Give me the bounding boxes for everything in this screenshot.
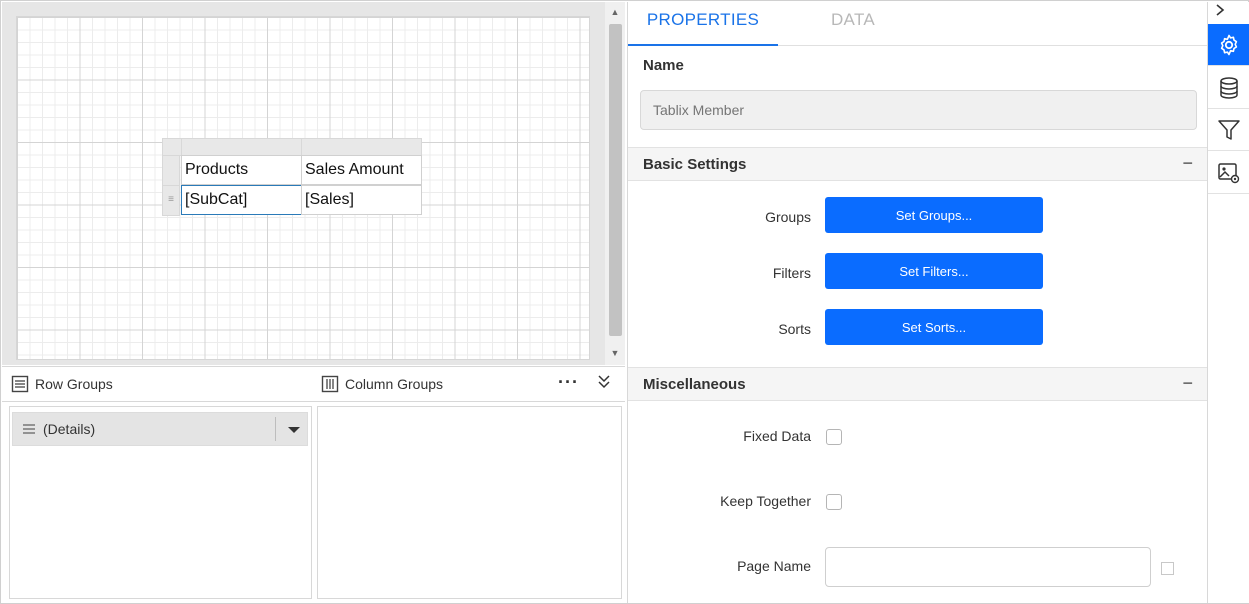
column-groups-title: Column Groups bbox=[345, 376, 444, 392]
page-name-field[interactable] bbox=[825, 547, 1151, 587]
column-groups-panel bbox=[317, 406, 622, 599]
sorts-label: Sorts bbox=[778, 321, 811, 337]
chevron-right-icon[interactable] bbox=[1214, 2, 1226, 18]
tab-data[interactable]: DATA bbox=[778, 2, 928, 46]
right-toolbar bbox=[1207, 2, 1249, 603]
row-group-item-details[interactable]: (Details) bbox=[12, 412, 308, 446]
tablix-cell[interactable]: [Sales] bbox=[301, 185, 422, 215]
tablix-cell[interactable]: Sales Amount bbox=[301, 155, 422, 185]
design-area: ≡ Products Sales Amount [SubCat] [Sales]… bbox=[2, 2, 625, 365]
keep-together-label: Keep Together bbox=[720, 493, 811, 509]
more-options-icon[interactable]: ··· bbox=[558, 373, 579, 391]
column-groups-icon bbox=[321, 375, 339, 393]
image-settings-icon bbox=[1218, 162, 1240, 183]
scroll-up-icon[interactable]: ▲ bbox=[605, 4, 625, 20]
row-group-label: (Details) bbox=[43, 421, 96, 437]
page-name-expression-checkbox[interactable] bbox=[1161, 562, 1174, 575]
row-handle[interactable]: ≡ bbox=[162, 185, 180, 216]
grouping-toolbar: Row Groups Column Groups ··· bbox=[2, 366, 625, 402]
settings-icon bbox=[1220, 34, 1238, 55]
filter-icon bbox=[1218, 119, 1240, 140]
collapse-icon[interactable]: − bbox=[1182, 153, 1193, 174]
set-sorts-button[interactable]: Set Sorts... bbox=[825, 309, 1043, 345]
image-settings-rail-button[interactable] bbox=[1208, 152, 1249, 194]
collapse-icon[interactable]: − bbox=[1182, 373, 1193, 394]
filter-rail-button[interactable] bbox=[1208, 109, 1249, 151]
name-label: Name bbox=[643, 57, 684, 74]
keep-together-checkbox[interactable] bbox=[826, 494, 842, 510]
groups-label: Groups bbox=[765, 209, 811, 225]
filters-label: Filters bbox=[772, 265, 811, 281]
row-groups-icon bbox=[11, 375, 29, 393]
scroll-thumb[interactable] bbox=[609, 24, 622, 336]
column-handle[interactable] bbox=[181, 138, 302, 156]
vertical-scrollbar[interactable]: ▲ ▼ bbox=[605, 2, 625, 365]
fixed-data-label: Fixed Data bbox=[743, 428, 811, 444]
tablix-cell-selected[interactable]: [SubCat] bbox=[181, 185, 302, 215]
properties-rail-button[interactable] bbox=[1208, 24, 1249, 66]
page-name-label: Page Name bbox=[737, 558, 811, 574]
basic-settings-title: Basic Settings bbox=[643, 156, 747, 173]
tablix-corner-handle[interactable] bbox=[162, 138, 182, 156]
row-groups-panel: (Details) bbox=[9, 406, 312, 599]
name-field[interactable] bbox=[640, 90, 1197, 130]
row-handle[interactable] bbox=[162, 155, 180, 186]
miscellaneous-title: Miscellaneous bbox=[643, 376, 746, 393]
tab-properties[interactable]: PROPERTIES bbox=[628, 2, 778, 46]
tablix-cell[interactable]: Products bbox=[181, 155, 302, 185]
miscellaneous-header[interactable]: Miscellaneous − bbox=[628, 367, 1207, 401]
scroll-down-icon[interactable]: ▼ bbox=[605, 345, 625, 361]
caret-down-icon[interactable] bbox=[287, 426, 301, 434]
set-filters-button[interactable]: Set Filters... bbox=[825, 253, 1043, 289]
column-groups-header: Column Groups bbox=[321, 375, 443, 393]
divider bbox=[275, 417, 276, 441]
column-handle[interactable] bbox=[301, 138, 422, 156]
set-groups-button[interactable]: Set Groups... bbox=[825, 197, 1043, 233]
database-icon bbox=[1220, 76, 1238, 99]
fixed-data-checkbox[interactable] bbox=[826, 429, 842, 445]
row-drag-icon: ≡ bbox=[168, 194, 174, 205]
properties-panel: PROPERTIES DATA Name Basic Settings − Gr… bbox=[627, 2, 1207, 603]
data-rail-button[interactable] bbox=[1208, 67, 1249, 109]
row-groups-title: Row Groups bbox=[35, 376, 113, 392]
panel-tabs: PROPERTIES DATA bbox=[628, 2, 1207, 46]
drag-handle-icon[interactable] bbox=[22, 423, 36, 435]
row-groups-header: Row Groups bbox=[11, 375, 113, 393]
basic-settings-header[interactable]: Basic Settings − bbox=[628, 147, 1207, 181]
collapse-panel-icon[interactable] bbox=[596, 373, 612, 391]
report-designer: ≡ Products Sales Amount [SubCat] [Sales]… bbox=[0, 0, 1249, 604]
